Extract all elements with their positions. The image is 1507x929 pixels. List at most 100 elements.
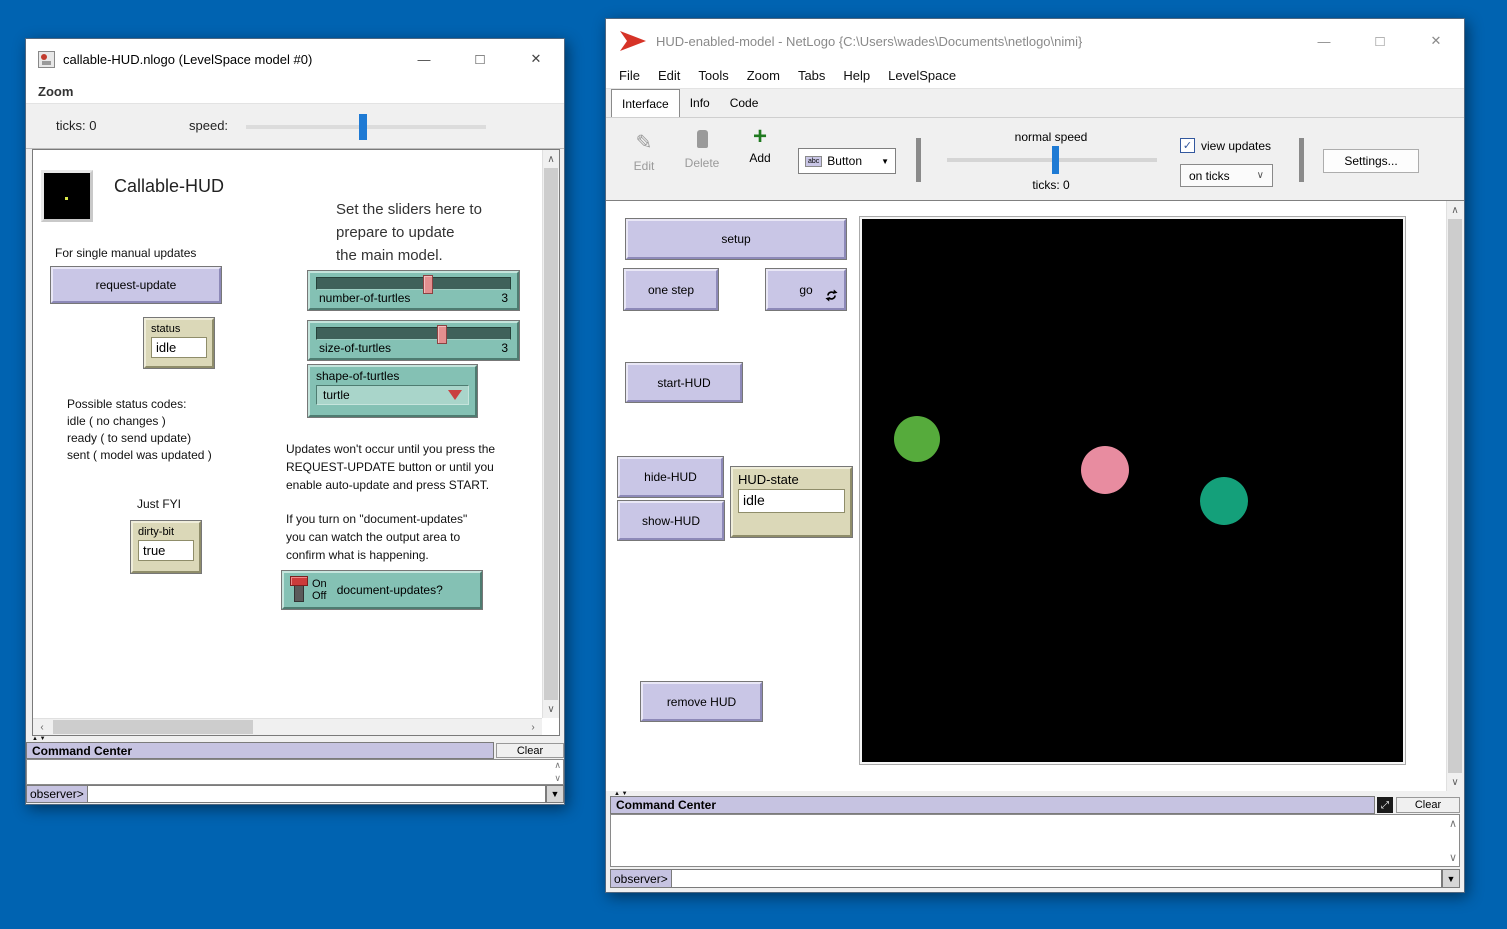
one-step-button[interactable]: one step	[624, 269, 718, 310]
clear-button[interactable]: Clear	[496, 743, 564, 758]
popout-icon[interactable]: ⤢	[1377, 797, 1393, 813]
chevron-down-icon: ▼	[881, 157, 889, 166]
slider-track[interactable]	[316, 277, 511, 290]
left-command-output: ∧ ∨	[26, 759, 564, 785]
menu-edit[interactable]: Edit	[649, 68, 689, 83]
history-dropdown-button[interactable]: ▼	[546, 785, 564, 803]
turtle-circle	[894, 416, 940, 462]
turtle-circle	[1081, 446, 1129, 494]
close-button[interactable]: ✕	[1408, 19, 1464, 63]
go-button[interactable]: go	[766, 269, 846, 310]
menu-zoom[interactable]: Zoom	[738, 68, 789, 83]
request-update-button[interactable]: request-update	[51, 267, 221, 303]
update-mode-dropdown[interactable]: on ticks ∨	[1180, 164, 1273, 187]
tab-interface[interactable]: Interface	[611, 89, 680, 117]
delete-tool-label: Delete	[678, 156, 726, 170]
interface-vscrollbar[interactable]: ∧ ∨	[1446, 201, 1463, 791]
checkbox-icon[interactable]: ✓	[1180, 138, 1195, 153]
model-hscrollbar[interactable]: ‹ ›	[33, 718, 542, 735]
minimize-button[interactable]: —	[396, 39, 452, 79]
main-speed-slider-handle[interactable]	[1052, 146, 1059, 174]
output-scroll-up-icon[interactable]: ∧	[554, 760, 561, 771]
sliders-note: Set the sliders here to prepare to updat…	[336, 198, 482, 267]
update-mode-value: on ticks	[1189, 169, 1230, 183]
switch-label: document-updates?	[337, 583, 443, 597]
document-updates-switch[interactable]: On Off document-updates?	[282, 571, 482, 609]
scroll-left-icon[interactable]: ‹	[35, 719, 49, 735]
scroll-down-icon[interactable]: ∨	[543, 702, 559, 716]
interface-toolbar: ✎ Edit Delete + Add abc Button ▼ normal …	[606, 118, 1464, 201]
model-window-icon	[38, 51, 55, 68]
close-button[interactable]: ✕	[508, 39, 564, 79]
view-updates-checkbox[interactable]: ✓ view updates	[1180, 138, 1271, 153]
menu-levelspace[interactable]: LevelSpace	[879, 68, 965, 83]
scroll-right-icon[interactable]: ›	[526, 719, 540, 735]
hud-state-monitor-value: idle	[738, 489, 845, 513]
command-input[interactable]	[88, 785, 546, 803]
left-titlebar[interactable]: callable-HUD.nlogo (LevelSpace model #0)…	[26, 39, 564, 79]
maximize-button[interactable]: □	[452, 39, 508, 79]
size-of-turtles-slider[interactable]: size-of-turtles 3	[308, 321, 519, 360]
model-scroll-frame: Callable-HUD For single manual updates r…	[32, 149, 560, 736]
start-hud-button[interactable]: start-HUD	[626, 363, 742, 402]
vscroll-thumb[interactable]	[1448, 219, 1462, 773]
tab-info[interactable]: Info	[680, 89, 720, 117]
shape-of-turtles-chooser[interactable]: shape-of-turtles turtle	[308, 365, 477, 417]
right-command-output: ∧ ∨	[610, 814, 1460, 867]
just-fyi-label: Just FYI	[137, 497, 181, 511]
speed-slider[interactable]	[246, 125, 486, 129]
menu-zoom[interactable]: Zoom	[29, 84, 82, 99]
maximize-button[interactable]: □	[1352, 19, 1408, 63]
remove-hud-button[interactable]: remove HUD	[641, 682, 762, 721]
slider-track[interactable]	[316, 327, 511, 340]
scroll-up-icon[interactable]: ∧	[543, 152, 559, 166]
command-input[interactable]	[672, 869, 1442, 888]
settings-button[interactable]: Settings...	[1323, 149, 1419, 173]
delete-tool[interactable]: Delete	[678, 130, 726, 170]
setup-button[interactable]: setup	[626, 219, 846, 259]
switch-on-label: On	[312, 578, 327, 590]
status-monitor-value: idle	[151, 337, 207, 358]
add-tool-label: Add	[742, 151, 778, 165]
number-of-turtles-slider[interactable]: number-of-turtles 3	[308, 271, 519, 310]
left-speed-strip: ticks: 0 speed:	[26, 104, 564, 149]
menu-tabs[interactable]: Tabs	[789, 68, 834, 83]
dirty-bit-monitor-label: dirty-bit	[133, 523, 199, 539]
menu-tools[interactable]: Tools	[689, 68, 737, 83]
slider-label: number-of-turtles	[319, 291, 410, 305]
history-dropdown-button[interactable]: ▼	[1442, 869, 1460, 888]
hide-hud-button[interactable]: hide-HUD	[618, 457, 723, 497]
interface-canvas: setup one step go start-HUD hide-HUD sho…	[606, 201, 1449, 791]
output-scroll-down-icon[interactable]: ∨	[554, 773, 561, 784]
chooser-field[interactable]: turtle	[316, 385, 469, 405]
vscroll-thumb[interactable]	[544, 168, 558, 700]
add-tool[interactable]: + Add	[742, 126, 778, 165]
model-canvas: Callable-HUD For single manual updates r…	[33, 150, 542, 718]
switch-toggle[interactable]	[290, 576, 310, 604]
main-speed-slider[interactable]	[947, 158, 1157, 162]
right-menubar: File Edit Tools Zoom Tabs Help LevelSpac…	[606, 63, 1464, 89]
menu-help[interactable]: Help	[834, 68, 879, 83]
chooser-label: shape-of-turtles	[310, 367, 475, 383]
scroll-down-icon[interactable]: ∨	[1447, 775, 1463, 789]
scroll-up-icon[interactable]: ∧	[1447, 203, 1463, 217]
hud-view-preview	[41, 170, 93, 222]
model-vscrollbar[interactable]: ∧ ∨	[542, 150, 559, 718]
show-hud-button[interactable]: show-HUD	[618, 501, 724, 540]
chooser-dropdown-icon	[448, 390, 462, 400]
switch-knob[interactable]	[290, 576, 308, 586]
hscroll-thumb[interactable]	[53, 720, 253, 734]
output-scroll-up-icon[interactable]: ∧	[1449, 817, 1457, 830]
levelspace-model-window: callable-HUD.nlogo (LevelSpace model #0)…	[25, 38, 565, 805]
right-titlebar[interactable]: HUD-enabled-model - NetLogo {C:\Users\wa…	[606, 19, 1464, 63]
clear-button[interactable]: Clear	[1396, 797, 1460, 813]
speed-slider-handle[interactable]	[359, 114, 367, 140]
tab-code[interactable]: Code	[720, 89, 769, 117]
command-center-title: Command Center	[611, 798, 716, 812]
edit-tool[interactable]: ✎ Edit	[624, 130, 664, 173]
output-scroll-down-icon[interactable]: ∨	[1449, 851, 1457, 864]
minimize-button[interactable]: —	[1296, 19, 1352, 63]
status-codes-note: Possible status codes: idle ( no changes…	[67, 396, 212, 464]
widget-type-dropdown[interactable]: abc Button ▼	[798, 148, 896, 174]
menu-file[interactable]: File	[610, 68, 649, 83]
